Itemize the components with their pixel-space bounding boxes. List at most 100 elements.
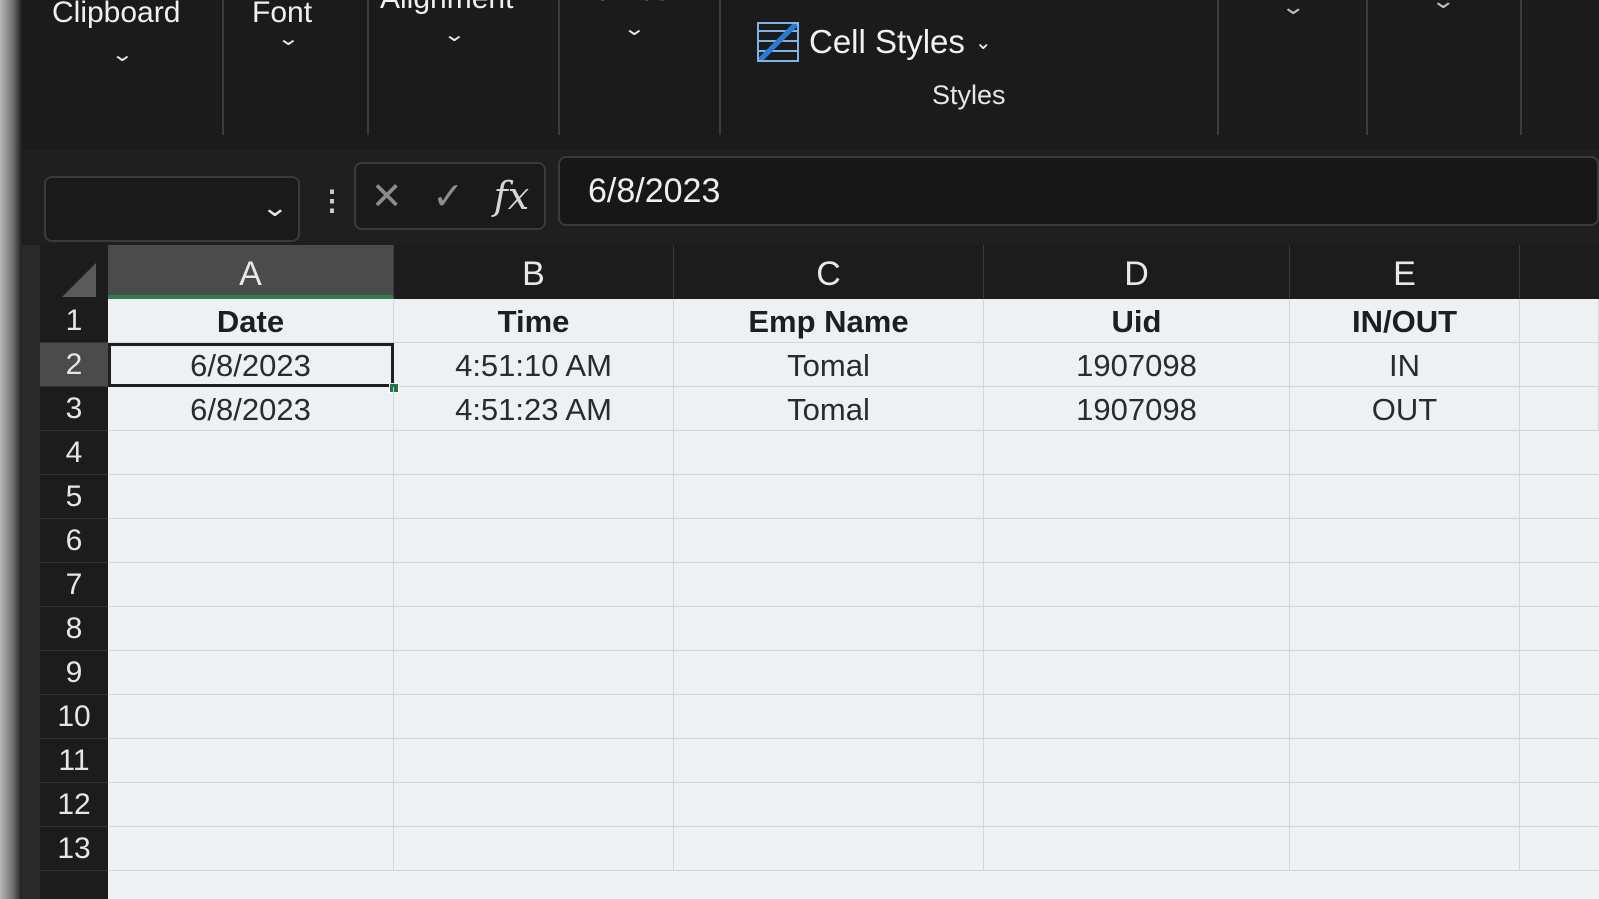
cell[interactable]: [984, 783, 1290, 827]
cell[interactable]: [1290, 695, 1520, 739]
enter-icon[interactable]: ✓: [432, 174, 464, 219]
cell[interactable]: [394, 431, 674, 475]
cell-c1[interactable]: Emp Name: [674, 299, 984, 343]
cell-b1[interactable]: Time: [394, 299, 674, 343]
chevron-down-icon[interactable]: ⌄: [277, 26, 300, 51]
chevron-down-icon[interactable]: ⌄: [443, 22, 466, 47]
cell[interactable]: [984, 475, 1290, 519]
cell[interactable]: [1290, 739, 1520, 783]
cell[interactable]: [108, 431, 394, 475]
cell-d3[interactable]: 1907098: [984, 387, 1290, 431]
cell[interactable]: [108, 651, 394, 695]
cell[interactable]: [1290, 431, 1520, 475]
cell[interactable]: [108, 827, 394, 871]
cell[interactable]: [674, 783, 984, 827]
cell[interactable]: [674, 695, 984, 739]
cell[interactable]: [1290, 783, 1520, 827]
cell-e1[interactable]: IN/OUT: [1290, 299, 1520, 343]
cell[interactable]: [984, 607, 1290, 651]
cell[interactable]: [674, 827, 984, 871]
cell[interactable]: [1290, 563, 1520, 607]
cell[interactable]: [394, 827, 674, 871]
column-header-b[interactable]: B: [394, 245, 674, 299]
cell-f2[interactable]: [1520, 343, 1599, 387]
clipboard-group[interactable]: Clipboard ⌄: [52, 0, 222, 140]
row-header-4[interactable]: 4: [40, 431, 108, 475]
cell-a3[interactable]: 6/8/2023: [108, 387, 394, 431]
row-header-6[interactable]: 6: [40, 519, 108, 563]
row-header-12[interactable]: 12: [40, 783, 108, 827]
cell[interactable]: [1290, 607, 1520, 651]
font-group[interactable]: Font ⌄: [252, 0, 372, 140]
row-header-7[interactable]: 7: [40, 563, 108, 607]
column-header-a[interactable]: A: [108, 245, 394, 299]
cell[interactable]: [674, 563, 984, 607]
cell[interactable]: [108, 519, 394, 563]
row-header-1[interactable]: 1: [40, 299, 108, 343]
row-header-9[interactable]: 9: [40, 651, 108, 695]
cell[interactable]: [1290, 827, 1520, 871]
cell[interactable]: [674, 475, 984, 519]
row-header-3[interactable]: 3: [40, 387, 108, 431]
cell[interactable]: [1290, 475, 1520, 519]
cell[interactable]: [674, 431, 984, 475]
cell-d2[interactable]: 1907098: [984, 343, 1290, 387]
row-header-8[interactable]: 8: [40, 607, 108, 651]
cell-d1[interactable]: Uid: [984, 299, 1290, 343]
cell[interactable]: [984, 739, 1290, 783]
row-header-11[interactable]: 11: [40, 739, 108, 783]
cell[interactable]: [1290, 651, 1520, 695]
select-all-button[interactable]: [62, 263, 96, 297]
cell[interactable]: [674, 607, 984, 651]
cell[interactable]: [984, 431, 1290, 475]
cell[interactable]: [984, 651, 1290, 695]
chevron-down-icon[interactable]: ⌄: [111, 42, 134, 67]
cell[interactable]: [984, 827, 1290, 871]
cell-a1[interactable]: Date: [108, 299, 394, 343]
cell[interactable]: [394, 783, 674, 827]
cell[interactable]: [674, 739, 984, 783]
cell-e3[interactable]: OUT: [1290, 387, 1520, 431]
more-options-icon[interactable]: ⋮: [318, 184, 346, 217]
cell[interactable]: [394, 563, 674, 607]
cell[interactable]: [984, 519, 1290, 563]
cell-f3[interactable]: [1520, 387, 1599, 431]
column-header-d[interactable]: D: [984, 245, 1290, 299]
cell[interactable]: [108, 695, 394, 739]
cell-styles-button[interactable]: Cell Styles ⌄: [757, 18, 992, 66]
chevron-down-icon[interactable]: ⌄: [1430, 0, 1456, 14]
cell-a2[interactable]: 6/8/2023: [108, 343, 394, 387]
alignment-group[interactable]: Alignment ⌄: [380, 0, 560, 140]
cell-e2[interactable]: IN: [1290, 343, 1520, 387]
chevron-down-icon[interactable]: ⌄: [261, 192, 289, 223]
cell[interactable]: [394, 519, 674, 563]
cell[interactable]: [394, 607, 674, 651]
cell-c3[interactable]: Tomal: [674, 387, 984, 431]
cell[interactable]: [394, 651, 674, 695]
cell[interactable]: [674, 519, 984, 563]
cancel-icon[interactable]: ✕: [371, 174, 403, 219]
number-group[interactable]: Number ⌄: [574, 0, 724, 140]
cell-b2[interactable]: 4:51:10 AM: [394, 343, 674, 387]
row-header-5[interactable]: 5: [40, 475, 108, 519]
cell-c2[interactable]: Tomal: [674, 343, 984, 387]
column-header-c[interactable]: C: [674, 245, 984, 299]
cell[interactable]: [108, 607, 394, 651]
cell[interactable]: [108, 739, 394, 783]
insert-function-icon[interactable]: fx: [494, 174, 530, 218]
formula-input[interactable]: 6/8/2023: [558, 156, 1599, 226]
chevron-down-icon[interactable]: ⌄: [623, 16, 646, 41]
cell[interactable]: [108, 563, 394, 607]
cell[interactable]: [394, 695, 674, 739]
row-header-13[interactable]: 13: [40, 827, 108, 871]
cell[interactable]: [984, 695, 1290, 739]
cell[interactable]: [1290, 519, 1520, 563]
chevron-down-icon[interactable]: ⌄: [1280, 0, 1306, 20]
cell[interactable]: [108, 475, 394, 519]
row-header-10[interactable]: 10: [40, 695, 108, 739]
cell[interactable]: [984, 563, 1290, 607]
cell-f1[interactable]: [1520, 299, 1599, 343]
cell[interactable]: [674, 651, 984, 695]
name-box[interactable]: ⌄: [44, 176, 300, 242]
cell-b3[interactable]: 4:51:23 AM: [394, 387, 674, 431]
